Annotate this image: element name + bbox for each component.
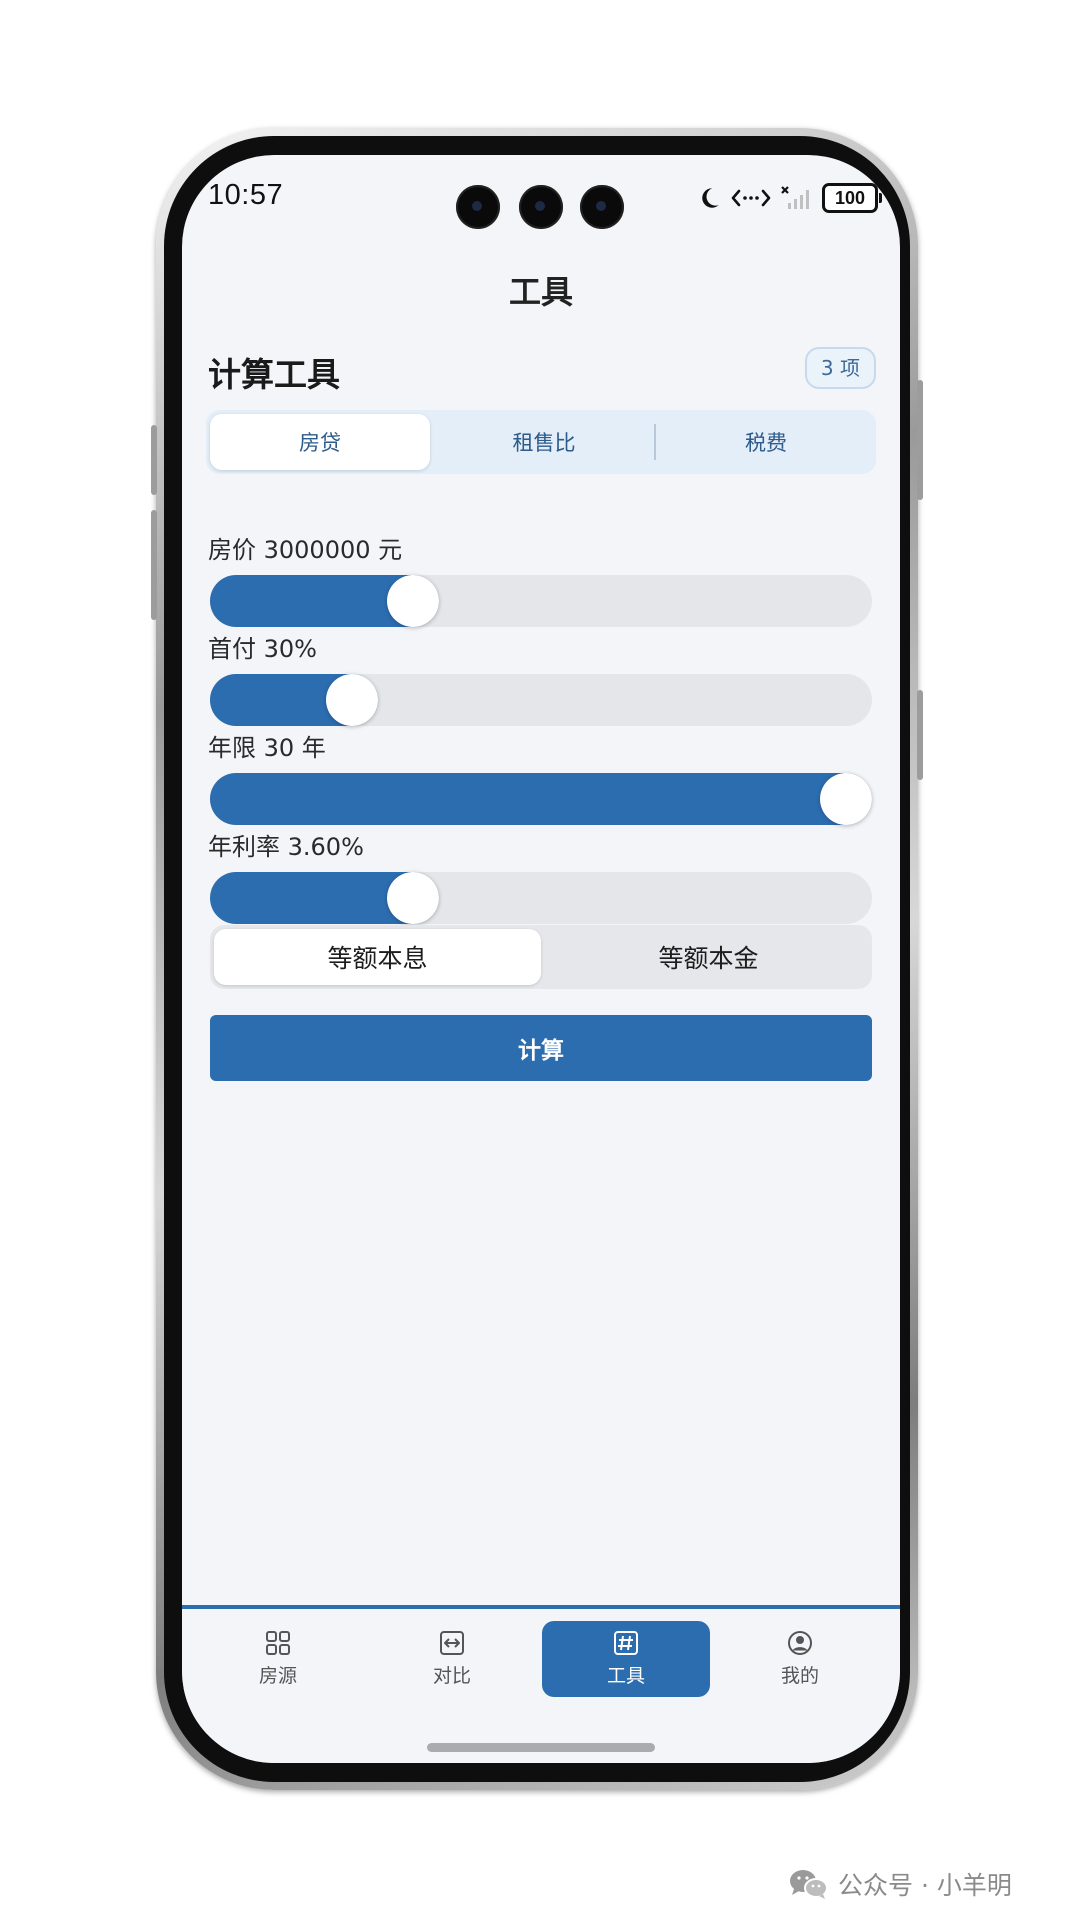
nav-item-compare[interactable]: 对比 (368, 1621, 536, 1697)
battery-icon: 100 (822, 183, 882, 213)
nav-item-listings[interactable]: 房源 (194, 1621, 362, 1697)
interest-rate-slider[interactable] (210, 872, 872, 924)
side-button (917, 690, 923, 780)
status-time: 10:57 (208, 179, 284, 211)
data-transfer-icon (731, 189, 771, 207)
camera-lens-icon (456, 185, 500, 229)
profile-icon (788, 1631, 812, 1655)
app-screen: 10:57 100 工具 计算工具 3 项 房贷 租售比 税费 房价 30000… (182, 155, 900, 1763)
grid-icon (266, 1631, 290, 1655)
loan-term-slider[interactable] (210, 773, 872, 825)
calculator-tabs: 房贷 租售比 税费 (206, 410, 876, 474)
bottom-nav: 房源 对比 工具 我的 (182, 1605, 900, 1763)
house-price-label: 房价 3000000 元 (208, 536, 403, 564)
nav-item-profile[interactable]: 我的 (716, 1621, 884, 1697)
page-title: 工具 (508, 273, 573, 311)
slider-thumb[interactable] (386, 872, 439, 924)
slider-thumb[interactable] (820, 773, 872, 825)
slider-thumb[interactable] (325, 674, 378, 726)
equal-principal-option[interactable]: 等额本金 (545, 925, 872, 989)
home-indicator[interactable] (427, 1743, 655, 1752)
slider-fill (210, 773, 872, 825)
tab-taxes[interactable]: 税费 (656, 410, 876, 474)
camera-lens-icon (519, 185, 563, 229)
side-button (917, 380, 923, 500)
tab-mortgage[interactable]: 房贷 (210, 414, 430, 470)
side-button (151, 425, 157, 495)
loan-term-label: 年限 30 年 (208, 734, 326, 762)
watermark-text: 公众号 · 小羊明 (838, 1871, 1012, 1900)
tab-rent-price-ratio[interactable]: 租售比 (434, 410, 654, 474)
count-badge: 3 项 (804, 347, 876, 389)
section-title: 计算工具 (208, 355, 340, 394)
wechat-icon (790, 1870, 828, 1899)
nav-item-tools[interactable]: 工具 (542, 1621, 710, 1697)
nav-label: 工具 (606, 1665, 645, 1687)
moon-icon (702, 188, 719, 208)
watermark: 公众号 · 小羊明 (788, 1866, 1012, 1902)
slider-thumb[interactable] (386, 575, 439, 627)
nav-label: 房源 (258, 1665, 297, 1687)
repayment-method-toggle: 等额本息 等额本金 (210, 925, 872, 989)
hash-icon (614, 1631, 638, 1655)
no-signal-icon (781, 186, 809, 209)
compare-icon (440, 1631, 464, 1655)
camera-lens-icon (580, 185, 624, 229)
down-payment-slider[interactable] (210, 674, 872, 726)
down-payment-label: 首付 30% (208, 635, 317, 663)
status-icons: 100 (696, 183, 882, 213)
interest-rate-label: 年利率 3.60% (208, 833, 364, 861)
house-price-slider[interactable] (210, 575, 872, 627)
side-button (151, 510, 157, 620)
nav-label: 对比 (432, 1665, 471, 1687)
nav-label: 我的 (780, 1665, 819, 1687)
calculate-button[interactable]: 计算 (210, 1015, 872, 1081)
equal-installment-option[interactable]: 等额本息 (214, 929, 541, 985)
